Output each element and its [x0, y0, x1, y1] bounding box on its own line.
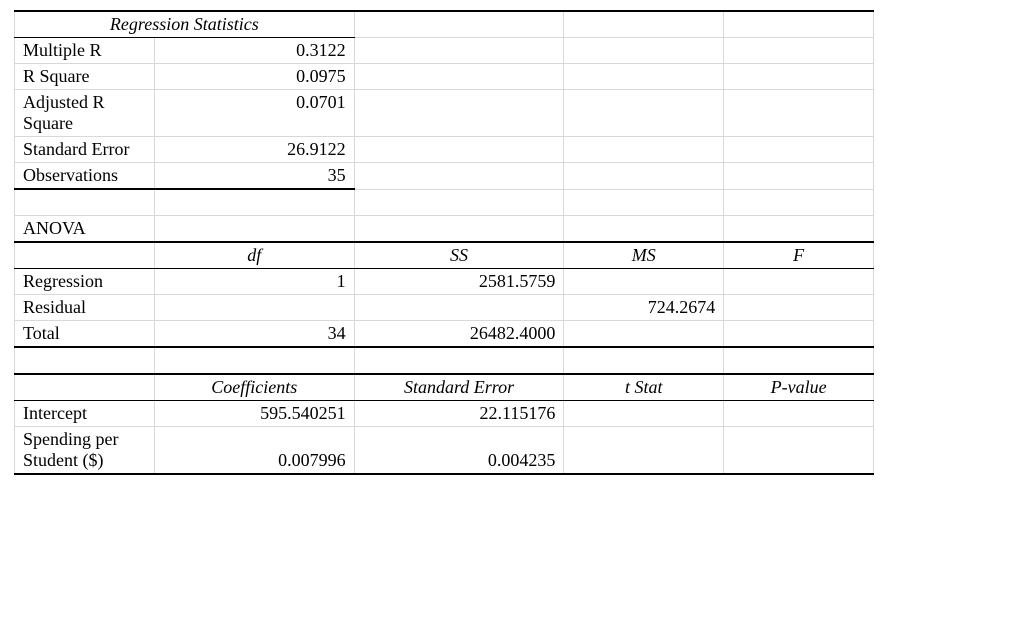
coef-cell: 22.115176 — [354, 401, 564, 427]
coef-header-standard-error: Standard Error — [354, 374, 564, 401]
anova-row-label: Total — [15, 321, 155, 348]
anova-cell — [724, 295, 874, 321]
coef-header-p-value: P-value — [724, 374, 874, 401]
anova-row-label: Regression — [15, 269, 155, 295]
anova-cell: 1 — [154, 269, 354, 295]
coef-row-label: Intercept — [15, 401, 155, 427]
anova-cell — [354, 295, 564, 321]
anova-header-f: F — [724, 242, 874, 269]
anova-cell: 724.2674 — [564, 295, 724, 321]
anova-header-ss: SS — [354, 242, 564, 269]
coef-cell: 595.540251 — [154, 401, 354, 427]
anova-row-label: Residual — [15, 295, 155, 321]
table-row: Intercept 595.540251 22.115176 — [15, 401, 874, 427]
anova-cell: 26482.4000 — [354, 321, 564, 348]
regression-output: Regression Statistics Multiple R 0.3122 … — [14, 10, 874, 475]
stat-label-multiple-r: Multiple R — [15, 38, 155, 64]
stat-value-r-square: 0.0975 — [154, 64, 354, 90]
anova-cell — [154, 295, 354, 321]
anova-cell: 2581.5759 — [354, 269, 564, 295]
table-title: Regression Statistics — [15, 11, 355, 38]
coef-cell — [564, 427, 724, 475]
stat-value-std-error: 26.9122 — [154, 137, 354, 163]
anova-header-ms: MS — [564, 242, 724, 269]
anova-cell — [564, 321, 724, 348]
coef-row-label: Spending per Student ($) — [15, 427, 155, 475]
anova-label: ANOVA — [15, 216, 155, 243]
coef-cell: 0.004235 — [354, 427, 564, 475]
coef-cell — [724, 401, 874, 427]
coef-cell — [724, 427, 874, 475]
stat-label-std-error: Standard Error — [15, 137, 155, 163]
table-row: Spending per Student ($) 0.007996 0.0042… — [15, 427, 874, 475]
stat-label-observations: Observations — [15, 163, 155, 190]
stat-label-adj-r-square: Adjusted R Square — [15, 90, 155, 137]
anova-cell — [724, 269, 874, 295]
table-row: Residual 724.2674 — [15, 295, 874, 321]
coef-header-coefficients: Coefficients — [154, 374, 354, 401]
stat-value-adj-r-square: 0.0701 — [154, 90, 354, 137]
anova-cell: 34 — [154, 321, 354, 348]
coef-header-t-stat: t Stat — [564, 374, 724, 401]
stat-label-r-square: R Square — [15, 64, 155, 90]
table-row: Regression 1 2581.5759 — [15, 269, 874, 295]
table-row: Total 34 26482.4000 — [15, 321, 874, 348]
anova-cell — [564, 269, 724, 295]
coef-cell: 0.007996 — [154, 427, 354, 475]
coef-cell — [564, 401, 724, 427]
stat-value-observations: 35 — [154, 163, 354, 190]
anova-header-df: df — [154, 242, 354, 269]
regression-table: Regression Statistics Multiple R 0.3122 … — [14, 10, 874, 475]
anova-cell — [724, 321, 874, 348]
stat-value-multiple-r: 0.3122 — [154, 38, 354, 64]
